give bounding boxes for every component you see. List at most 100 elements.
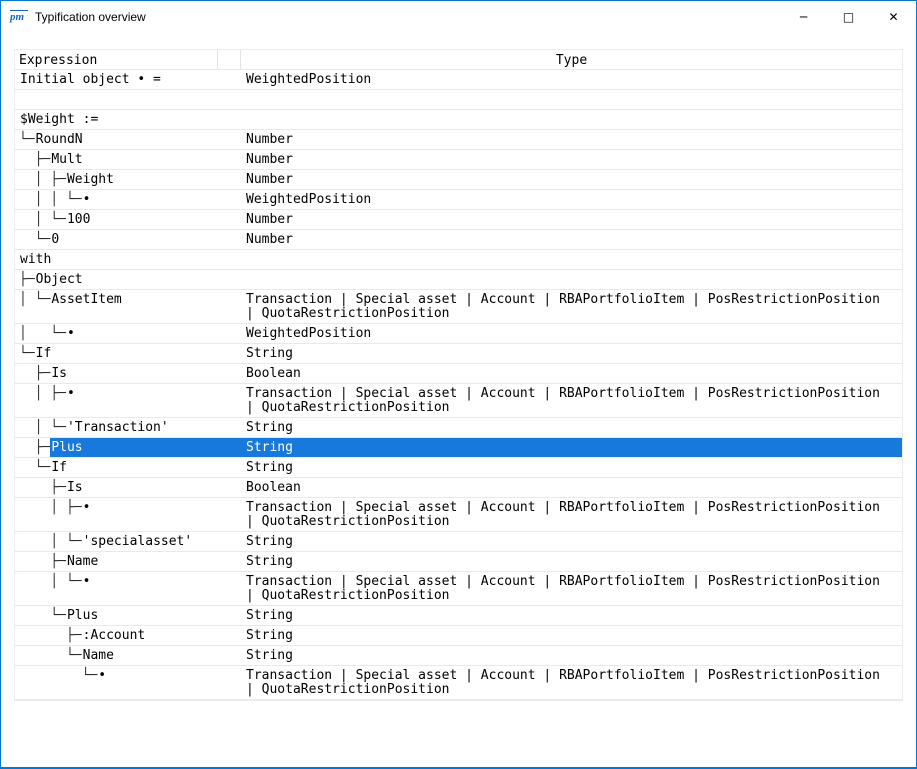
table-row[interactable]: │ └─AssetItemTransaction | Special asset…: [15, 290, 902, 324]
expression-label: •: [66, 324, 241, 343]
table-row[interactable]: ├─Object: [15, 270, 902, 290]
tree-connector: │ │ └─: [15, 190, 82, 209]
table-row[interactable]: │ └─•Transaction | Special asset | Accou…: [15, 572, 902, 606]
typification-overview-window: pm Typification overview ─ □ ✕ Expressio…: [0, 0, 917, 769]
type-value: String: [241, 552, 902, 571]
expression-cell: │ ├─•: [15, 384, 241, 417]
expression-cell: └─Name: [15, 646, 241, 665]
expression-label: Object: [35, 270, 241, 289]
tree-connector: │ ├─: [15, 170, 66, 189]
window-body: Expression Type Initial object • =Weight…: [1, 32, 916, 767]
minimize-icon: ─: [800, 10, 807, 24]
expression-label: 100: [66, 210, 241, 229]
table-row[interactable]: │ └─•WeightedPosition: [15, 324, 902, 344]
expression-cell: │ │ └─•: [15, 190, 241, 209]
expression-cell: ├─Is: [15, 478, 241, 497]
table-row[interactable]: with: [15, 250, 902, 270]
expression-cell: ├─Is: [15, 364, 241, 383]
table-row[interactable]: └─PlusString: [15, 606, 902, 626]
table-row[interactable]: ├─IsBoolean: [15, 364, 902, 384]
table-row[interactable]: └─•Transaction | Special asset | Account…: [15, 666, 902, 700]
table-row[interactable]: ├─NameString: [15, 552, 902, 572]
table-row[interactable]: [15, 90, 902, 110]
close-icon: ✕: [888, 10, 898, 24]
table-row[interactable]: │ ├─•Transaction | Special asset | Accou…: [15, 384, 902, 418]
type-value: String: [241, 438, 902, 457]
type-value: Transaction | Special asset | Account | …: [241, 290, 902, 323]
table-row[interactable]: $Weight :=: [15, 110, 902, 130]
expression-cell: │ └─'specialasset': [15, 532, 241, 551]
expression-label: Plus: [66, 606, 241, 625]
expression-label: Name: [82, 646, 241, 665]
type-value: Number: [241, 230, 902, 249]
expression-label: Is: [66, 478, 241, 497]
column-header-expression[interactable]: Expression: [15, 50, 218, 69]
tree-connector: │ └─: [15, 324, 66, 343]
table-row[interactable]: ├─:AccountString: [15, 626, 902, 646]
tree-connector: └─: [15, 606, 66, 625]
table-row[interactable]: │ └─100Number: [15, 210, 902, 230]
expression-label: AssetItem: [50, 290, 241, 323]
expression-label: •: [97, 666, 241, 699]
tree-connector: │ └─: [15, 572, 82, 605]
minimize-button[interactable]: ─: [781, 1, 826, 32]
table-row[interactable]: │ └─'specialasset'String: [15, 532, 902, 552]
table-row[interactable]: ├─MultNumber: [15, 150, 902, 170]
tree-connector: ├─: [15, 270, 35, 289]
window-controls: ─ □ ✕: [781, 1, 916, 32]
table-row[interactable]: │ │ └─•WeightedPosition: [15, 190, 902, 210]
expression-label: Initial object • =: [19, 70, 241, 89]
type-value: [241, 250, 902, 269]
expression-cell: ├─Mult: [15, 150, 241, 169]
table-row[interactable]: └─IfString: [15, 458, 902, 478]
expression-label: 'Transaction': [66, 418, 241, 437]
expression-label: If: [50, 458, 241, 477]
expression-label: 0: [50, 230, 241, 249]
expression-cell: with: [15, 250, 241, 269]
table-row[interactable]: ├─IsBoolean: [15, 478, 902, 498]
close-button[interactable]: ✕: [871, 1, 916, 32]
expression-cell: $Weight :=: [15, 110, 241, 129]
type-value: String: [241, 532, 902, 551]
type-value: [241, 110, 902, 129]
expression-label: •: [82, 190, 241, 209]
column-header-type[interactable]: Type: [241, 50, 902, 69]
expression-label: •: [66, 384, 241, 417]
expression-cell: │ ├─•: [15, 498, 241, 531]
table-row-selected[interactable]: ├─PlusString: [15, 438, 902, 458]
expression-cell: └─RoundN: [15, 130, 241, 149]
tree-connector: │ └─: [15, 532, 82, 551]
expression-cell: └─•: [15, 666, 241, 699]
table-row[interactable]: └─NameString: [15, 646, 902, 666]
table-row[interactable]: └─IfString: [15, 344, 902, 364]
table-row[interactable]: └─0Number: [15, 230, 902, 250]
maximize-button[interactable]: □: [826, 1, 871, 32]
tree-connector: └─: [15, 646, 82, 665]
tree-connector: ├─: [15, 552, 66, 571]
tree-connector: └─: [15, 458, 50, 477]
table-row[interactable]: Initial object • =WeightedPosition: [15, 70, 902, 90]
table-row[interactable]: │ ├─•Transaction | Special asset | Accou…: [15, 498, 902, 532]
table-row[interactable]: └─RoundNNumber: [15, 130, 902, 150]
expression-cell: │ └─'Transaction': [15, 418, 241, 437]
app-icon: pm: [10, 10, 28, 24]
maximize-icon: □: [843, 10, 854, 24]
expression-label: •: [82, 498, 241, 531]
expression-cell: │ ├─Weight: [15, 170, 241, 189]
expression-cell: └─Plus: [15, 606, 241, 625]
type-value: Number: [241, 210, 902, 229]
tree-connector: ├─: [15, 626, 82, 645]
table-row[interactable]: │ ├─WeightNumber: [15, 170, 902, 190]
type-value: WeightedPosition: [241, 190, 902, 209]
type-value: Number: [241, 130, 902, 149]
column-header-spacer[interactable]: [218, 50, 241, 69]
expression-cell: Initial object • =: [15, 70, 241, 89]
type-value: String: [241, 646, 902, 665]
tree-connector: │ ├─: [15, 498, 82, 531]
expression-cell: └─If: [15, 458, 241, 477]
table-row[interactable]: │ └─'Transaction'String: [15, 418, 902, 438]
type-value: String: [241, 606, 902, 625]
expression-label: Name: [66, 552, 241, 571]
window-title: Typification overview: [35, 10, 146, 24]
type-value: [241, 270, 902, 289]
